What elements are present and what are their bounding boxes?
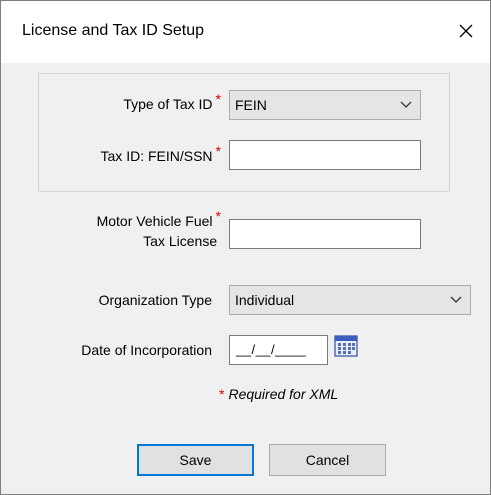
title-bar: License and Tax ID Setup — [1, 1, 490, 63]
required-footnote: * Required for XML — [219, 386, 339, 402]
org-type-select[interactable]: Individual — [229, 285, 471, 315]
chevron-down-icon — [450, 296, 462, 303]
date-incorp-label: Date of Incorporation — [81, 342, 212, 358]
calendar-button[interactable] — [334, 334, 360, 360]
cancel-button[interactable]: Cancel — [269, 444, 386, 476]
date-incorp-input[interactable]: __/__/____ — [229, 335, 328, 365]
dialog-title: License and Tax ID Setup — [22, 22, 205, 39]
license-tax-dialog: License and Tax ID Setup Type of Tax ID *… — [0, 0, 491, 495]
required-marker: * — [215, 91, 221, 107]
chevron-down-icon — [400, 101, 412, 108]
tax-id-type-value: FEIN — [235, 97, 267, 113]
fuel-license-label: Motor Vehicle Fuel * Tax License — [96, 208, 221, 249]
close-button[interactable] — [450, 15, 482, 47]
tax-id-type-label: Type of Tax ID * — [123, 91, 221, 112]
fuel-license-input[interactable] — [229, 219, 421, 249]
calendar-icon — [334, 335, 358, 357]
required-marker: * — [215, 143, 221, 159]
save-button[interactable]: Save — [137, 444, 254, 476]
org-type-value: Individual — [235, 292, 295, 308]
required-marker: * — [215, 208, 221, 224]
org-type-label: Organization Type — [98, 292, 212, 308]
tax-id-type-select[interactable]: FEIN — [229, 90, 421, 120]
tax-id-input[interactable] — [229, 140, 421, 170]
tax-id-label: Tax ID: FEIN/SSN * — [100, 143, 221, 164]
close-icon — [459, 24, 473, 38]
